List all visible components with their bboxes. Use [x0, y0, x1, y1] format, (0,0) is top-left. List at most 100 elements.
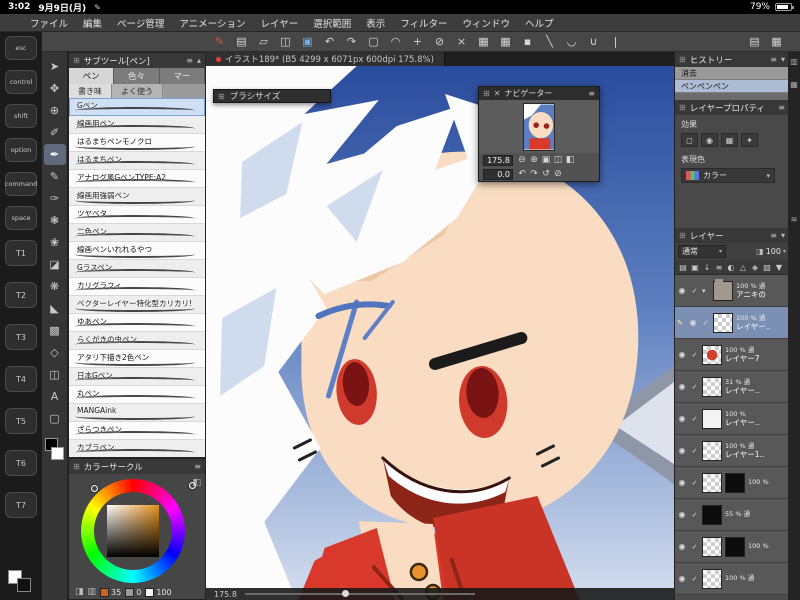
layer-check-icon[interactable]: ✓ [690, 479, 699, 487]
layer-row[interactable]: ◉ ✓ 100 % レイヤー.. [675, 403, 789, 435]
menu-item-フィルター[interactable]: フィルター [400, 16, 447, 30]
sub-color-swatch[interactable] [50, 447, 64, 460]
workspace-icon[interactable]: ▦ [769, 33, 784, 51]
brush-item[interactable]: アタリ下描き2色ペン [69, 350, 205, 368]
edge-key-T2[interactable]: T2 [5, 282, 37, 308]
edge-key-command[interactable]: command [5, 172, 37, 196]
panel-menu-icon[interactable]: ≡ [186, 56, 193, 65]
history-item[interactable]: 消去 [675, 67, 789, 80]
brush-item[interactable]: はるまちペン [69, 152, 205, 170]
layer-check-icon[interactable]: ✓ [690, 511, 699, 519]
brush-item[interactable]: らくがきの虫ペン [69, 332, 205, 350]
blend-mode-dropdown[interactable]: 通常 ▾ [678, 245, 726, 258]
edge-key-T5[interactable]: T5 [5, 408, 37, 434]
layer-row[interactable]: ◉ ✓ 55 % 通 [675, 499, 789, 531]
export-image-icon[interactable]: ▣ [300, 33, 315, 51]
new-file-icon[interactable]: ▤ [234, 33, 249, 51]
new-folder-icon[interactable]: ▣ [690, 263, 700, 272]
decoration-tool-icon[interactable]: ❀ [44, 232, 66, 253]
rotate-value[interactable]: 0.0 [483, 168, 513, 180]
navigator-thumbnail[interactable] [523, 102, 555, 151]
pen-tool-icon[interactable]: ✒ [43, 144, 66, 165]
edge-key-space[interactable]: space [5, 206, 37, 230]
subtool-tab-マー[interactable]: マー [159, 68, 205, 84]
subtool-tab-ペン[interactable]: ペン [69, 68, 115, 84]
undo-icon[interactable]: ↶ [322, 33, 337, 51]
menu-item-編集[interactable]: 編集 [83, 16, 102, 30]
brush-item[interactable]: Gラスペン [69, 260, 205, 278]
brush-item[interactable]: 丸ペン [69, 386, 205, 404]
reset-rotation-icon[interactable]: ↺ [540, 169, 552, 179]
panel-collapse-icon[interactable]: ▴ [197, 56, 201, 65]
select-lasso-icon[interactable]: ◠ [388, 33, 403, 51]
clip-studio-logo-icon[interactable]: ✎ [212, 33, 227, 51]
zoom-slider-knob[interactable] [341, 590, 349, 597]
line-tool-icon[interactable]: ╲ [542, 33, 557, 51]
edge-key-T6[interactable]: T6 [5, 450, 37, 476]
redo-icon[interactable]: ↷ [344, 33, 359, 51]
layer-visibility-icon[interactable]: ◉ [677, 510, 687, 519]
eyedropper-tool-icon[interactable]: ✐ [44, 122, 66, 143]
layer-row[interactable]: ◉ ✓ 100 % 通 [675, 563, 789, 595]
navigator-panel-tab-icon[interactable]: ▦ [790, 80, 798, 89]
layer-thumbnail[interactable] [725, 472, 745, 493]
layer-visibility-icon[interactable]: ◉ [677, 414, 687, 423]
select-rect-icon[interactable]: ▢ [366, 33, 381, 51]
panel-collapse-icon[interactable]: ▾ [781, 231, 785, 240]
brush-item[interactable]: 線画用強弱ペン [69, 188, 205, 206]
layer-visibility-icon[interactable]: ◉ [677, 478, 687, 487]
brush-item[interactable]: ベクターレイヤー特化型カリカリ! [69, 296, 205, 314]
canvas[interactable]: ⊞ ブラシサイズ ⊞ ✕ ナビゲーター ≡ 175.8 ⊖ ⊕ ▣ ◫ ◧ 0.… [206, 66, 674, 600]
move-tool-icon[interactable]: ✥ [44, 78, 66, 99]
menu-item-アニメーション[interactable]: アニメーション [179, 16, 245, 30]
brush-item[interactable]: はるまちペンモノクロ [69, 134, 205, 152]
menu-item-表示[interactable]: 表示 [366, 16, 385, 30]
rotate-left-icon[interactable]: ↶ [516, 169, 528, 179]
reset-display-icon[interactable]: ⊘ [552, 169, 564, 179]
panel-menu-icon[interactable]: ≡ [770, 55, 777, 64]
layer-thumbnail[interactable] [702, 536, 722, 557]
brush-item[interactable]: MANGAink [69, 404, 205, 422]
operation-tool-icon[interactable]: ➤ [44, 56, 66, 77]
menu-item-ウィンドウ[interactable]: ウィンドウ [463, 16, 511, 30]
document-tab[interactable]: イラスト189* (B5 4299 x 6071px 600dpi 175.8%… [206, 52, 445, 66]
layer-thumbnail[interactable] [702, 440, 722, 461]
layer-check-icon[interactable]: ✓ [690, 383, 699, 391]
layer-thumbnail[interactable] [702, 344, 722, 365]
brush-item[interactable]: 線画用ペン [69, 116, 205, 134]
brush-item[interactable]: カブラペン [69, 440, 205, 457]
edge-key-T7[interactable]: T7 [5, 492, 37, 518]
layer-thumbnail[interactable] [702, 472, 722, 493]
color-wheel-mode-icon[interactable]: ◨ [75, 587, 84, 597]
grid-snap-icon[interactable]: ▦ [498, 33, 513, 51]
magic-wand-icon[interactable]: ⊘ [432, 33, 447, 51]
rotate-right-icon[interactable]: ↷ [528, 169, 540, 179]
mask-icon[interactable]: ◐ [726, 263, 736, 272]
saturation-value-square[interactable] [107, 505, 159, 557]
extract-line-icon[interactable]: ✦ [741, 133, 758, 147]
layer-check-icon[interactable]: ✓ [690, 351, 699, 359]
layer-thumbnail[interactable] [702, 376, 722, 397]
layer-check-icon[interactable]: ✓ [690, 415, 699, 423]
edge-key-option[interactable]: option [5, 138, 37, 162]
delete-layer-icon[interactable]: ▼ [774, 263, 784, 272]
expression-color-dropdown[interactable]: カラー ▾ [681, 168, 775, 183]
zoom-out-icon[interactable]: ⊖ [516, 155, 528, 165]
curve-tool-icon[interactable]: ◡ [564, 33, 579, 51]
menu-item-レイヤー[interactable]: レイヤー [260, 16, 298, 30]
layer-row[interactable]: ◉ ✓ 100 % [675, 531, 789, 563]
folder-expand-icon[interactable]: ▾ [702, 287, 710, 295]
brush-item[interactable]: 二色ペン [69, 224, 205, 242]
property-panel-tab-icon[interactable]: ▥ [790, 57, 798, 66]
layer-thumbnail[interactable] [702, 408, 722, 429]
deselect-icon[interactable]: × [454, 33, 469, 51]
panel-layout-icon[interactable]: ▤ [747, 33, 762, 51]
sv-marker[interactable] [189, 482, 196, 489]
layer-check-icon[interactable]: ✓ [690, 543, 699, 551]
panel-collapse-icon[interactable]: ▾ [781, 55, 785, 64]
new-layer-icon[interactable]: ▤ [678, 263, 688, 272]
layer-check-icon[interactable]: ✓ [690, 575, 699, 583]
edge-key-shift[interactable]: shift [5, 104, 37, 128]
edge-key-control[interactable]: control [5, 70, 37, 94]
airbrush-tool-icon[interactable]: ❃ [44, 210, 66, 231]
